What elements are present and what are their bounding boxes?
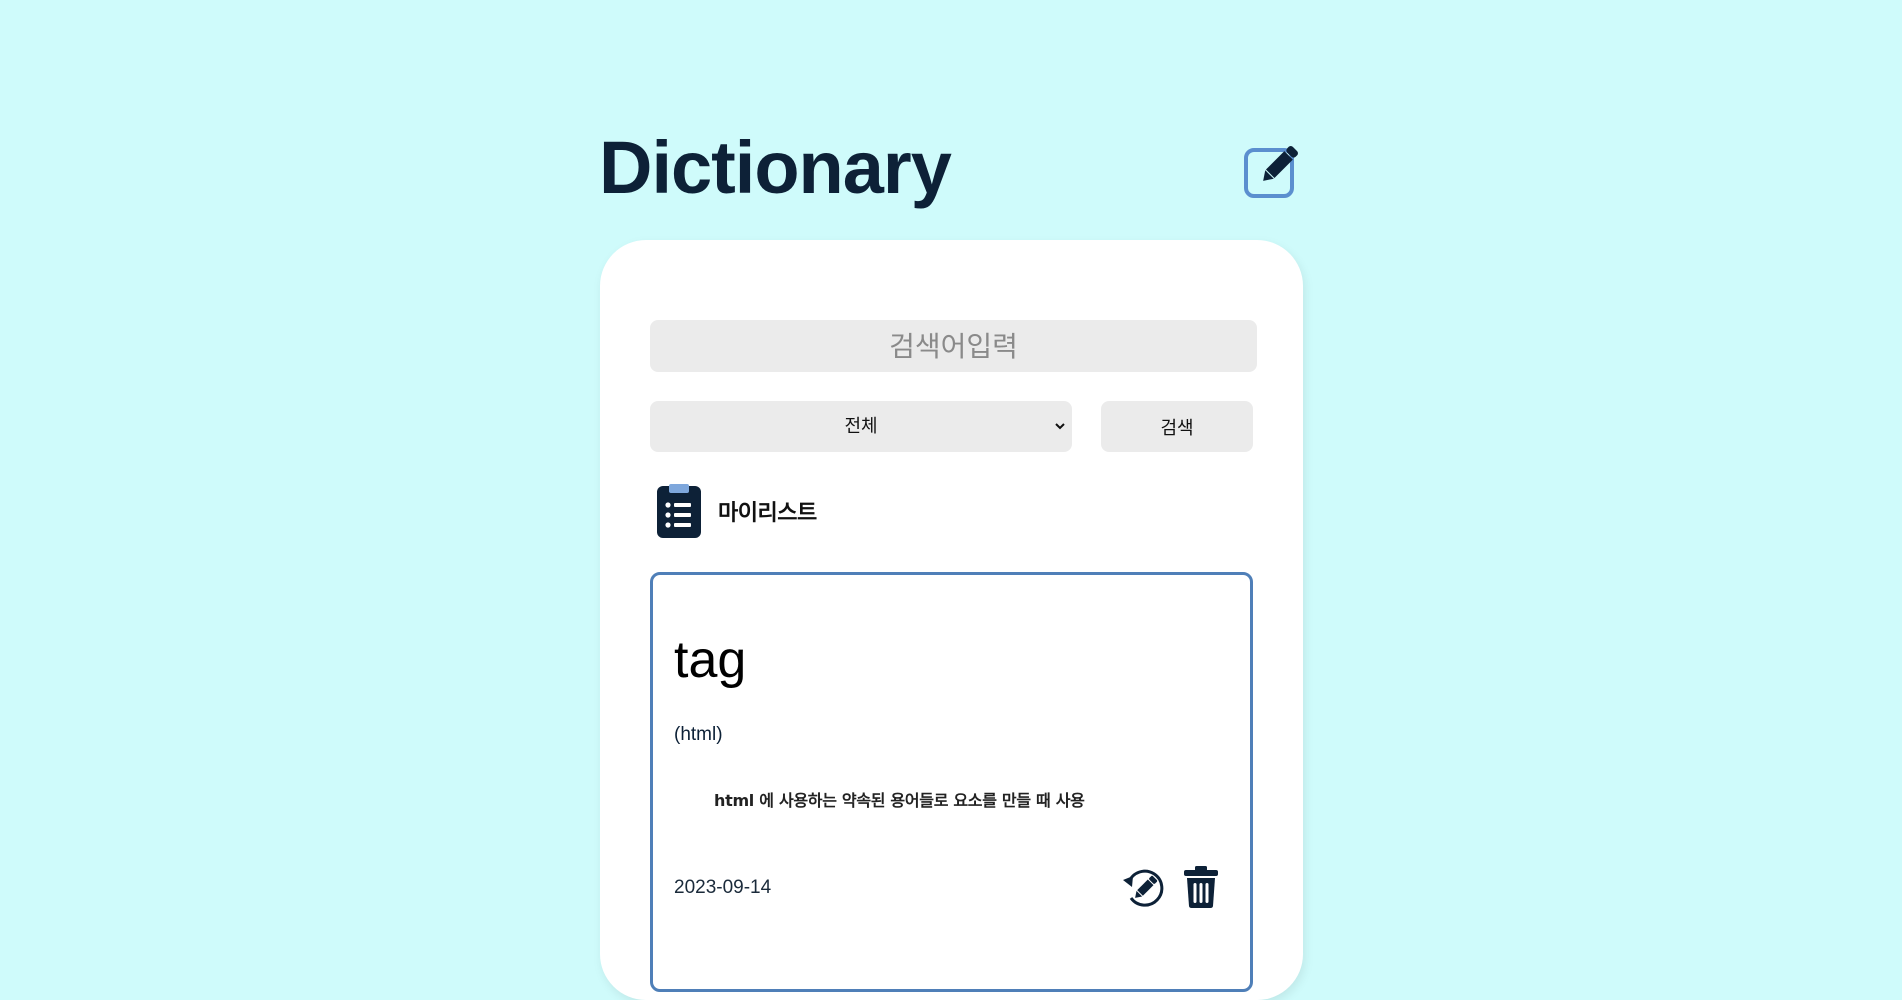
- write-word-button[interactable]: [1242, 140, 1302, 200]
- rotate-pen-icon: [1123, 869, 1164, 907]
- mylist-label: 마이리스트: [718, 501, 817, 526]
- word-card: tag (html) html 에 사용하는 약속된 용어들로 요소를 만들 때…: [650, 572, 1253, 992]
- delete-word-button[interactable]: [1183, 866, 1219, 908]
- word-category: (html): [674, 724, 723, 745]
- pen-to-square-icon: [1244, 146, 1298, 198]
- search-button[interactable]: 검색: [1101, 401, 1253, 452]
- search-input[interactable]: [650, 320, 1257, 372]
- mylist-header[interactable]: 마이리스트: [656, 483, 817, 539]
- dictionary-panel: 전체 검색 마이리스트 tag (html) html 에 사용하는 약속된 용…: [600, 240, 1303, 1000]
- word-date: 2023-09-14: [674, 877, 772, 898]
- clipboard-list-icon: [657, 484, 701, 538]
- category-select[interactable]: 전체: [650, 401, 1072, 452]
- word-description: html 에 사용하는 약속된 용어들로 요소를 만들 때 사용: [714, 791, 1085, 810]
- chevron-down-icon: [1055, 423, 1065, 430]
- edit-word-button[interactable]: [1121, 866, 1165, 910]
- word-term: tag: [674, 631, 747, 689]
- trash-icon: [1184, 866, 1218, 908]
- category-select-value: 전체: [844, 416, 878, 437]
- page-title: Dictionary: [599, 126, 952, 209]
